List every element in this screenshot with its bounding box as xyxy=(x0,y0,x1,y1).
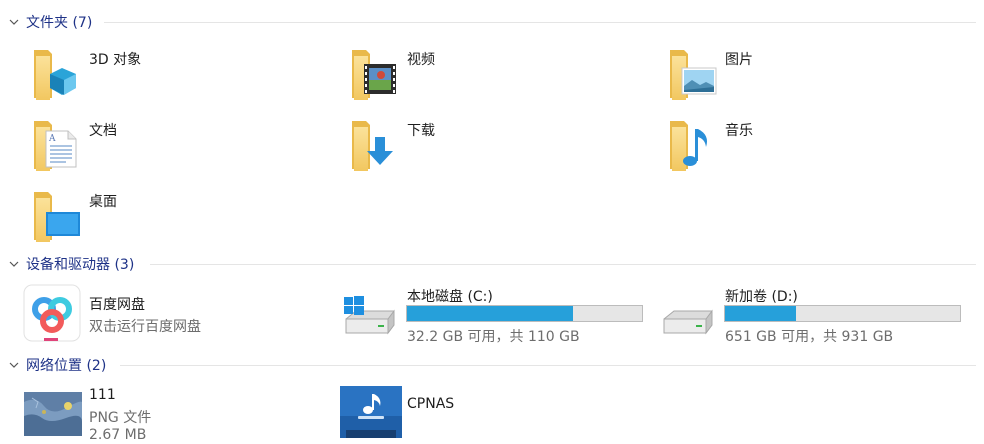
network-subtitle: PNG 文件 xyxy=(89,410,152,426)
group-title: 设备和驱动器 (3) xyxy=(26,257,135,273)
folder-item-desktop[interactable]: 桌面 xyxy=(30,186,330,246)
baidu-netdisk-icon xyxy=(23,284,81,342)
usage-bar xyxy=(406,305,643,322)
folder-item-downloads[interactable]: 下载 xyxy=(348,115,648,175)
folder-item-music[interactable]: 音乐 xyxy=(666,115,966,175)
network-label: 111 xyxy=(89,387,116,403)
network-item-111[interactable]: 111 PNG 文件 2.67 MB xyxy=(22,384,332,444)
folder-label: 音乐 xyxy=(725,123,753,139)
folder-label: 3D 对象 xyxy=(89,52,142,68)
usage-text: 651 GB 可用，共 931 GB xyxy=(725,329,894,345)
group-divider xyxy=(120,365,976,366)
desktop-folder-icon xyxy=(34,192,80,242)
folder-label: 下载 xyxy=(407,123,435,139)
device-label: 新加卷 (D:) xyxy=(725,289,798,305)
chevron-down-icon[interactable] xyxy=(8,258,20,270)
documents-folder-icon: A xyxy=(34,121,77,171)
drive-icon xyxy=(663,309,713,335)
downloads-folder-icon xyxy=(352,121,393,171)
chevron-down-icon[interactable] xyxy=(8,359,20,371)
folder-label: 文档 xyxy=(89,123,117,139)
network-subtitle-size: 2.67 MB xyxy=(89,427,147,443)
device-item-drive-d[interactable]: 新加卷 (D:) 651 GB 可用，共 931 GB xyxy=(658,283,968,345)
folder-item-3d-objects[interactable]: 3D 对象 xyxy=(30,44,330,104)
group-title: 网络位置 (2) xyxy=(26,358,107,374)
svg-text:A: A xyxy=(48,134,56,144)
group-divider xyxy=(104,22,976,23)
device-label: 百度网盘 xyxy=(89,297,145,313)
3d-objects-folder-icon xyxy=(34,50,76,100)
nas-media-icon xyxy=(340,386,402,438)
folder-item-videos[interactable]: 视频 xyxy=(348,44,648,104)
group-header-folders[interactable]: 文件夹 (7) xyxy=(0,11,984,33)
folder-item-documents[interactable]: A 文档 xyxy=(30,115,330,175)
music-folder-icon xyxy=(670,121,707,171)
group-title: 文件夹 (7) xyxy=(26,15,93,31)
folder-label: 桌面 xyxy=(89,194,117,210)
group-divider xyxy=(150,264,976,265)
folder-item-pictures[interactable]: 图片 xyxy=(666,44,966,104)
folder-label: 图片 xyxy=(725,52,753,68)
usage-bar xyxy=(724,305,961,322)
usage-bar-fill xyxy=(725,306,796,321)
device-subtitle: 双击运行百度网盘 xyxy=(89,319,201,335)
usage-text: 32.2 GB 可用，共 110 GB xyxy=(407,329,580,345)
chevron-down-icon[interactable] xyxy=(8,16,20,28)
folder-label: 视频 xyxy=(407,52,435,68)
videos-folder-icon xyxy=(352,50,396,100)
device-label: 本地磁盘 (C:) xyxy=(407,289,493,305)
windows-drive-icon xyxy=(344,296,395,335)
network-label: CPNAS xyxy=(407,396,455,412)
pictures-folder-icon xyxy=(670,50,717,100)
usage-bar-fill xyxy=(407,306,574,321)
device-item-drive-c[interactable]: 本地磁盘 (C:) 32.2 GB 可用，共 110 GB xyxy=(340,283,650,345)
device-item-baidu-netdisk[interactable]: 百度网盘 双击运行百度网盘 xyxy=(22,283,332,345)
group-header-devices[interactable]: 设备和驱动器 (3) xyxy=(0,253,984,275)
network-item-cpnas[interactable]: CPNAS xyxy=(340,384,650,444)
map-thumbnail-icon xyxy=(24,392,82,436)
group-header-network[interactable]: 网络位置 (2) xyxy=(0,354,984,376)
